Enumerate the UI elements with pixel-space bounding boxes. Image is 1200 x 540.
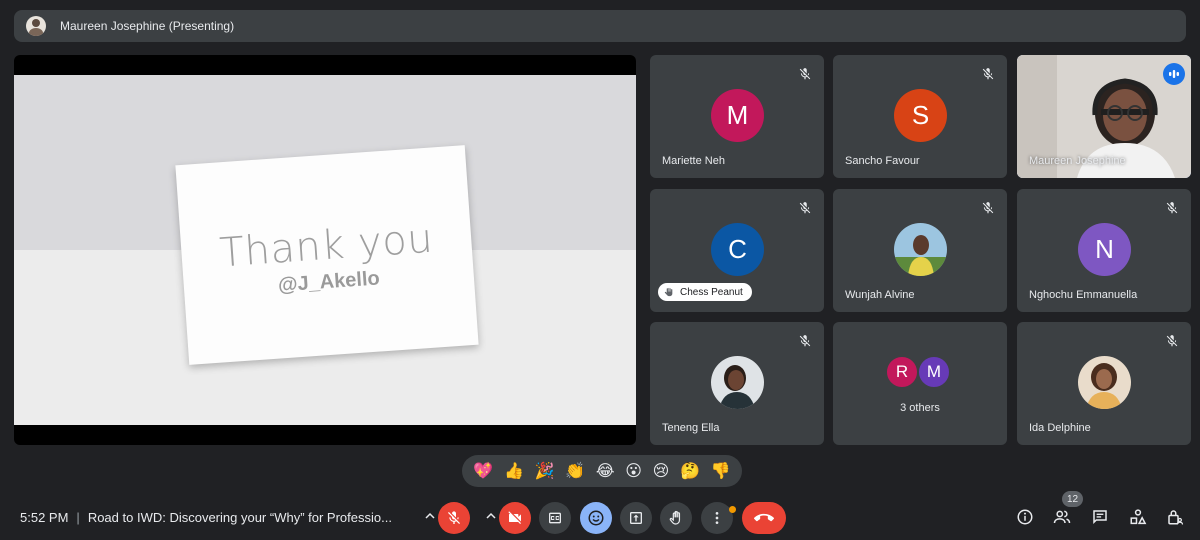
meeting-details: 5:52 PM | Road to IWD: Discovering your “W… — [20, 510, 392, 525]
chip-label: Chess Peanut — [680, 286, 743, 298]
reaction-party-popper[interactable]: 🎉 — [535, 461, 555, 481]
participant-tile-nghochu-emmanuella[interactable]: N Nghochu Emmanuella — [1017, 189, 1191, 312]
participant-tile-maureen-josephine[interactable]: Maureen Josephine — [1017, 55, 1191, 178]
participant-name: Maureen Josephine — [1029, 155, 1126, 167]
camera-toggle-button[interactable] — [499, 502, 531, 534]
avatar: R — [885, 355, 919, 389]
emoji-icon — [588, 510, 604, 526]
reaction-sparkling-heart[interactable]: 💖 — [473, 461, 493, 481]
leave-call-button[interactable] — [742, 502, 786, 534]
presenter-name: Maureen Josephine (Presenting) — [60, 19, 235, 33]
slide: Thank you @J_Akello — [14, 75, 636, 425]
slide-handle: @J_Akello — [277, 266, 381, 296]
notification-dot — [729, 506, 736, 513]
presentation-stage: Thank you @J_Akello — [14, 55, 636, 445]
avatar: M — [917, 355, 951, 389]
presenter-bar: Maureen Josephine (Presenting) — [14, 10, 1186, 42]
people-button[interactable] — [1052, 507, 1072, 527]
reaction-thumbs-down[interactable]: 👎 — [711, 461, 731, 481]
separator: | — [76, 510, 80, 525]
raised-hand-chip: Chess Peanut — [658, 283, 752, 301]
reactions-button[interactable] — [580, 502, 612, 534]
avatar — [894, 223, 947, 276]
host-controls-button[interactable] — [1165, 507, 1185, 527]
reaction-tears-of-joy[interactable]: 😂 — [596, 461, 615, 481]
mic-off-icon — [982, 202, 994, 214]
avatar: C — [711, 223, 764, 276]
people-icon — [1053, 510, 1071, 524]
avatar: S — [894, 89, 947, 142]
participant-name: Sancho Favour — [845, 155, 920, 167]
reaction-sad[interactable]: 😢 — [653, 461, 670, 481]
mic-off-icon — [1166, 335, 1178, 347]
bottom-bar: 5:52 PM | Road to IWD: Discovering your “W… — [0, 495, 1200, 540]
present-now-button[interactable] — [620, 502, 652, 534]
participant-count-badge: 12 — [1062, 491, 1084, 507]
chevron-up-icon[interactable] — [486, 511, 496, 521]
chevron-up-icon[interactable] — [425, 511, 435, 521]
avatar: N — [1078, 223, 1131, 276]
raise-hand-button[interactable] — [660, 502, 692, 534]
clock: 5:52 PM — [20, 510, 69, 525]
chat-icon — [1093, 510, 1107, 525]
participant-tile-teneng-ella[interactable]: Teneng Ella — [650, 322, 824, 445]
reaction-thumbs-up[interactable]: 👍 — [504, 461, 524, 481]
mic-off-icon — [799, 68, 811, 80]
camera-off-icon — [508, 511, 521, 524]
speaking-indicator-icon — [1163, 63, 1185, 85]
participant-name: Ida Delphine — [1029, 422, 1091, 434]
chat-button[interactable] — [1090, 507, 1110, 527]
mic-off-icon — [448, 511, 460, 524]
reaction-clapping[interactable]: 👏 — [565, 461, 585, 481]
others-avatars: R M — [885, 355, 955, 389]
slide-title: Thank you — [218, 215, 435, 276]
more-options-icon — [715, 512, 719, 524]
avatar: M — [711, 89, 764, 142]
participant-name: Nghochu Emmanuella — [1029, 289, 1138, 301]
participant-name: Mariette Neh — [662, 155, 725, 167]
participant-tile-ida-delphine[interactable]: Ida Delphine — [1017, 322, 1191, 445]
end-call-icon — [754, 513, 774, 522]
mic-off-icon — [982, 68, 994, 80]
reaction-surprised[interactable]: 😮 — [625, 461, 642, 481]
reactions-bar: 💖 👍 🎉 👏 😂 😮 😢 🤔 👎 — [462, 455, 742, 487]
more-options-button[interactable] — [701, 502, 733, 534]
mic-off-icon — [799, 202, 811, 214]
captions-button[interactable] — [539, 502, 571, 534]
avatar — [1078, 356, 1131, 409]
present-icon — [630, 512, 642, 524]
mic-toggle-button[interactable] — [438, 502, 470, 534]
avatar — [711, 356, 764, 409]
activities-icon — [1130, 509, 1147, 525]
meeting-title: Road to IWD: Discovering your “Why” for … — [87, 510, 392, 525]
thank-you-card: Thank you @J_Akello — [175, 145, 479, 365]
raise-hand-icon — [669, 510, 681, 525]
mic-off-icon — [799, 335, 811, 347]
reaction-thinking[interactable]: 🤔 — [680, 461, 700, 481]
participant-tile-chess-peanut[interactable]: C Chess Peanut — [650, 189, 824, 312]
host-controls-icon — [1168, 510, 1184, 525]
raise-hand-icon — [664, 287, 673, 297]
participant-name: Wunjah Alvine — [845, 289, 915, 301]
participant-tile-mariette-neh[interactable]: M Mariette Neh — [650, 55, 824, 178]
participant-tile-sancho-favour[interactable]: S Sancho Favour — [833, 55, 1007, 178]
participant-name: Teneng Ella — [662, 422, 720, 434]
others-count-label: 3 others — [900, 402, 940, 414]
meeting-details-button[interactable] — [1015, 507, 1035, 527]
mic-off-icon — [1166, 202, 1178, 214]
activities-button[interactable] — [1128, 507, 1148, 527]
captions-icon — [549, 512, 561, 524]
info-icon — [1017, 509, 1033, 525]
participant-tile-wunjah-alvine[interactable]: Wunjah Alvine — [833, 189, 1007, 312]
participant-tile-others[interactable]: R M 3 others — [833, 322, 1007, 445]
presenter-avatar — [26, 16, 46, 36]
